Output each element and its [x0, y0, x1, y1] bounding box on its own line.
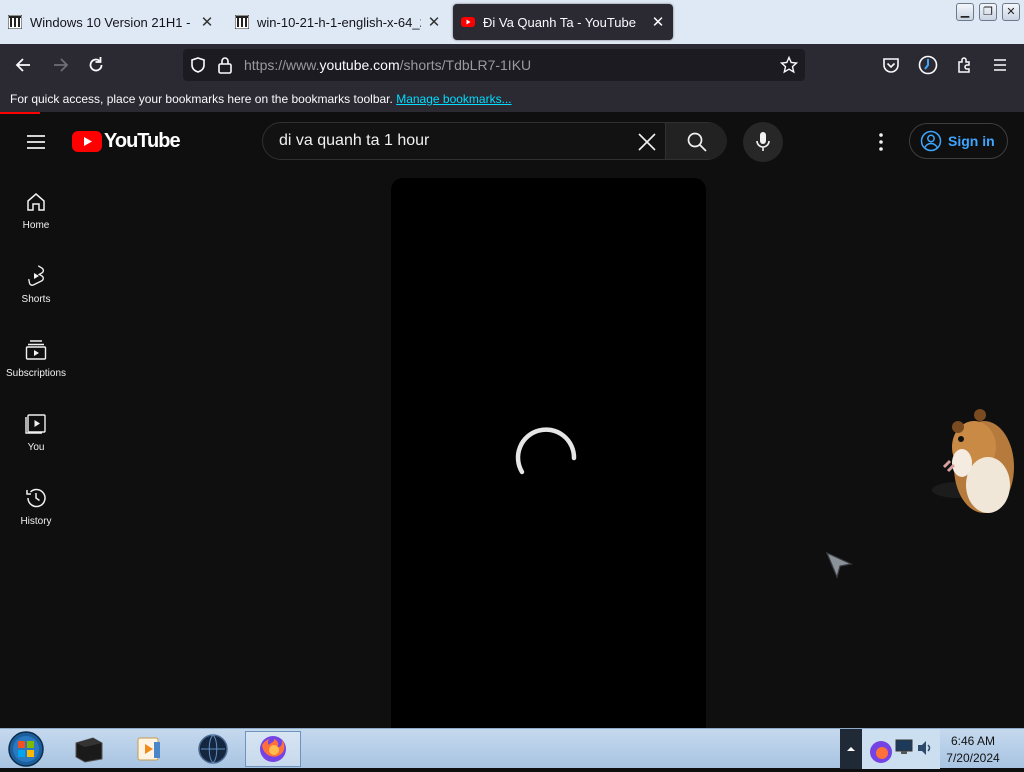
account-circle-icon: [920, 130, 942, 152]
search-box[interactable]: di va quanh ta 1 hour: [262, 122, 727, 160]
firefox-tray-icon[interactable]: [866, 735, 896, 765]
taskbar-clock[interactable]: 6:46 AM 7/20/2024: [940, 733, 1006, 767]
sidebar-item-subscriptions[interactable]: Subscriptions: [0, 338, 72, 398]
clear-search-icon[interactable]: [633, 128, 661, 156]
sidebar-item-label: You: [27, 442, 45, 453]
history-icon: [26, 488, 46, 508]
tab-strip: Windows 10 Version 21H1 - English ✕ win-…: [0, 0, 1024, 44]
sidebar-item-history[interactable]: History: [0, 486, 72, 546]
maximize-window-button[interactable]: ❐: [979, 3, 997, 21]
bookmarks-empty-message: For quick access, place your bookmarks h…: [10, 92, 393, 106]
you-icon: [25, 414, 46, 434]
tab-title: win-10-21-h-1-english-x-64_2021: [257, 14, 421, 30]
search-button[interactable]: [665, 123, 727, 159]
taskbar-media-player[interactable]: [120, 731, 178, 767]
sidebar-item-label: Home: [22, 220, 50, 231]
sidebar-item-label: History: [20, 516, 52, 527]
taskbar-globe-app[interactable]: [184, 731, 242, 767]
network-monitor-icon[interactable]: [894, 739, 914, 755]
youtube-wordmark: YouTube: [104, 129, 181, 152]
show-hidden-icons-button[interactable]: [840, 729, 862, 769]
terminal-app-icon: [75, 737, 103, 763]
forward-button[interactable]: [46, 52, 74, 78]
voice-search-button[interactable]: [743, 122, 783, 162]
youtube-play-logo-icon: [72, 130, 102, 152]
lock-icon[interactable]: [217, 56, 233, 74]
url-text[interactable]: https://www.youtube.com/shorts/TdbLR7-1I…: [244, 57, 531, 73]
navigation-toolbar: https://www.youtube.com/shorts/TdbLR7-1I…: [0, 44, 1024, 86]
home-icon: [27, 193, 45, 211]
media-player-icon: [137, 737, 160, 761]
bookmark-star-icon[interactable]: [780, 56, 798, 74]
system-tray: [862, 729, 940, 769]
microphone-icon: [756, 132, 770, 151]
minimize-window-button[interactable]: ▁: [956, 3, 974, 21]
close-tab-icon[interactable]: ✕: [427, 13, 441, 31]
sign-in-label: Sign in: [948, 133, 995, 149]
subscriptions-icon: [25, 340, 47, 360]
clock-date: 7/20/2024: [946, 751, 1000, 765]
volume-icon[interactable]: [916, 739, 934, 757]
sidebar-item-shorts[interactable]: Shorts: [0, 264, 72, 324]
windows-taskbar: 6:46 AM 7/20/2024: [0, 728, 1024, 769]
menu-icon[interactable]: [991, 56, 1009, 74]
taskbar-terminal-app[interactable]: [60, 731, 118, 767]
manage-bookmarks-link[interactable]: Manage bookmarks...: [396, 92, 511, 106]
back-button[interactable]: [10, 52, 38, 78]
start-button[interactable]: [6, 731, 46, 767]
clock-time: 6:46 AM: [950, 734, 996, 748]
youtube-header: YouTube di va quanh ta 1 hour Sign in: [0, 114, 1024, 170]
reload-button[interactable]: [82, 52, 110, 78]
firefox-icon: [260, 736, 286, 762]
youtube-favicon-icon: [461, 17, 475, 27]
reload-icon: [89, 57, 103, 72]
bookmarks-toolbar: For quick access, place your bookmarks h…: [0, 86, 1024, 112]
shorts-icon: [28, 265, 45, 286]
search-icon: [687, 132, 707, 152]
tab-windows-10[interactable]: Windows 10 Version 21H1 - English ✕: [0, 4, 222, 40]
shield-icon[interactable]: [189, 56, 207, 74]
loading-spinner-icon: [515, 427, 577, 475]
search-input[interactable]: di va quanh ta 1 hour: [279, 132, 429, 150]
chevron-up-icon: [847, 747, 855, 751]
sidebar-item-you[interactable]: You: [0, 412, 72, 472]
tab-youtube-active[interactable]: Đi Va Quanh Ta - YouTube ✕: [453, 4, 673, 40]
youtube-logo[interactable]: YouTube: [72, 129, 181, 152]
account-sync-icon[interactable]: [918, 55, 938, 75]
more-options-icon[interactable]: [866, 128, 896, 156]
forward-arrow-icon: [54, 58, 69, 72]
tab-title: Đi Va Quanh Ta - YouTube: [483, 14, 636, 30]
shorts-video-player[interactable]: [391, 178, 706, 738]
pocket-icon[interactable]: [882, 56, 900, 74]
taskbar-firefox-active[interactable]: [245, 731, 301, 767]
extensions-icon[interactable]: [955, 55, 975, 75]
sidebar-item-home[interactable]: Home: [0, 190, 72, 250]
sign-in-button[interactable]: Sign in: [909, 123, 1008, 159]
sidebar-item-label: Shorts: [21, 294, 51, 305]
sidebar-item-label: Subscriptions: [5, 368, 67, 379]
hamster-desktop-pet-image[interactable]: [928, 405, 1020, 517]
close-tab-icon[interactable]: ✕: [651, 13, 665, 31]
address-bar[interactable]: https://www.youtube.com/shorts/TdbLR7-1I…: [183, 49, 805, 81]
tab-win-iso[interactable]: win-10-21-h-1-english-x-64_2021 ✕: [227, 4, 449, 40]
back-arrow-icon: [15, 58, 30, 72]
mouse-cursor-icon: [825, 551, 853, 579]
hamburger-menu-icon[interactable]: [24, 130, 48, 154]
archive-icon: [8, 15, 22, 29]
close-window-button[interactable]: ✕: [1002, 3, 1020, 21]
archive-icon: [235, 15, 249, 29]
close-tab-icon[interactable]: ✕: [200, 13, 214, 31]
windows-start-orb-icon: [8, 731, 44, 767]
tab-title: Windows 10 Version 21H1 - English: [30, 14, 194, 30]
globe-app-icon: [198, 734, 228, 764]
